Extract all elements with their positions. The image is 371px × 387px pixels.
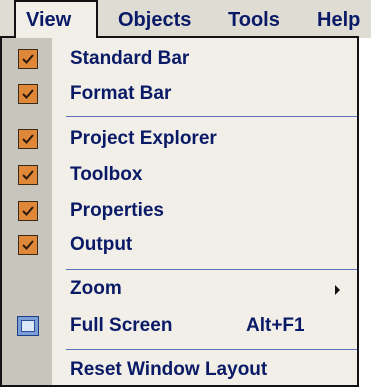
view-dropdown-menu: Standard Bar Format Bar Project Explorer… [0,36,359,387]
menu-separator [66,349,357,350]
fullscreen-icon [17,316,39,336]
menu-item-reset-window-layout[interactable]: Reset Window Layout [2,353,357,387]
menu-separator [66,116,357,117]
menu-view-label: View [26,9,72,31]
menu-item-label: Reset Window Layout [70,359,268,380]
menu-item-label: Full Screen [70,315,173,336]
menu-item-zoom[interactable]: Zoom [2,272,357,306]
menu-item-label: Properties [70,200,164,221]
menu-item-label: Zoom [70,278,122,299]
menu-item-full-screen[interactable]: Full Screen Alt+F1 [2,309,357,343]
menu-separator [66,269,357,270]
checkmark-icon [18,201,38,221]
menu-item-standard-bar[interactable]: Standard Bar [2,42,357,76]
menu-item-label: Standard Bar [70,48,190,69]
menu-item-format-bar[interactable]: Format Bar [2,77,357,111]
checkmark-icon [18,165,38,185]
checkmark-icon [18,84,38,104]
checkmark-icon [18,235,38,255]
menu-item-label: Output [70,234,133,255]
checkmark-icon [18,129,38,149]
menu-item-label: Format Bar [70,83,172,104]
menu-tools[interactable]: Tools [228,0,280,38]
menu-item-toolbox[interactable]: Toolbox [2,158,357,192]
menu-item-shortcut: Alt+F1 [246,315,305,336]
menu-item-label: Toolbox [70,164,143,185]
menu-item-project-explorer[interactable]: Project Explorer [2,122,357,156]
menu-help-label: Help [317,9,361,31]
menu-item-label: Project Explorer [70,128,217,149]
menu-help[interactable]: Help [317,0,360,38]
checkmark-icon [18,49,38,69]
submenu-arrow-icon [335,285,340,295]
menu-item-output[interactable]: Output [2,228,357,262]
menu-tools-label: Tools [228,9,280,31]
menu-objects[interactable]: Objects [118,0,191,38]
menu-item-properties[interactable]: Properties [2,194,357,228]
menu-bar: View Objects Tools Help [0,0,371,38]
screenshot-stage: View Objects Tools Help Standard Bar For… [0,0,371,387]
menu-objects-label: Objects [118,9,192,31]
menu-view[interactable]: View [14,0,98,38]
